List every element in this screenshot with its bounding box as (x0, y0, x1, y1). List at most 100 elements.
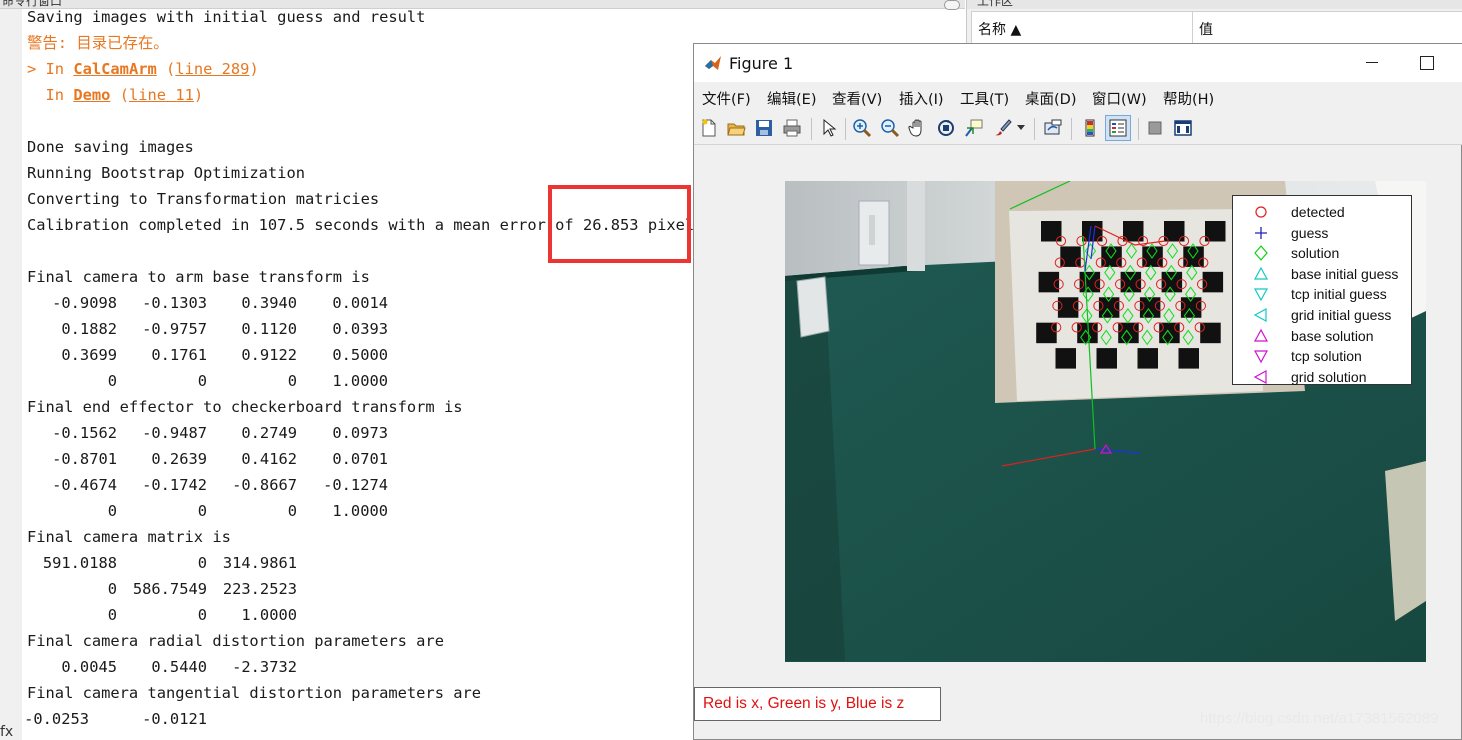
command-window-gutter (0, 9, 22, 740)
minimize-button[interactable] (1358, 52, 1388, 72)
legend-entry[interactable]: grid initial guess (1233, 305, 1411, 325)
axis-color-annotation[interactable]: Red is x, Green is y, Blue is z (694, 687, 941, 721)
colorbar-icon[interactable] (1079, 117, 1101, 139)
matrix-cell: 0 (107, 502, 117, 520)
line-11-link[interactable]: line 11 (129, 86, 194, 104)
hide-plot-tools-icon[interactable] (1144, 117, 1166, 139)
matrix-cell: -0.1562 (52, 424, 117, 442)
new-figure-icon[interactable] (698, 117, 720, 139)
legend-entry[interactable]: tcp initial guess (1233, 284, 1411, 304)
calcamarm-link[interactable]: CalCamArm (73, 60, 156, 78)
rotate-3d-icon[interactable] (935, 117, 957, 139)
output-heading: Final camera to arm base transform is (27, 268, 370, 286)
menu-edit[interactable]: 编辑(E) (767, 88, 816, 109)
matrix-cell: -0.1274 (323, 476, 388, 494)
open-file-icon[interactable] (725, 117, 747, 139)
brush-dropdown-chevron-icon[interactable] (1016, 117, 1026, 139)
legend-label: grid solution (1291, 368, 1367, 385)
menu-view[interactable]: 查看(V) (832, 88, 882, 109)
workspace-table-header: 名称 ▲ 值 (971, 11, 1462, 45)
matrix-cell: 0.2749 (241, 424, 297, 442)
show-plot-tools-icon[interactable] (1172, 117, 1194, 139)
matrix-cell: -0.1742 (142, 476, 207, 494)
matrix-cell: -2.3732 (232, 658, 297, 676)
plot-legend[interactable]: detected guess solution base initial guess t… (1232, 195, 1412, 385)
matrix-cell: 0.1120 (241, 320, 297, 338)
checker-square (1038, 271, 1060, 293)
data-cursor-icon[interactable] (963, 117, 985, 139)
output-line: Converting to Transformation matricies (27, 190, 380, 208)
zoom-in-icon[interactable] (851, 117, 873, 139)
matrix-cell: 591.0188 (42, 554, 117, 572)
menu-desktop[interactable]: 桌面(D) (1025, 88, 1076, 109)
matrix-cell: 314.9861 (222, 554, 297, 572)
figure-titlebar[interactable]: Figure 1 (694, 44, 1462, 82)
workspace-titlebar: 工作区 (967, 0, 1462, 9)
menu-tools[interactable]: 工具(T) (960, 88, 1009, 109)
menu-window[interactable]: 窗口(W) (1092, 88, 1147, 109)
output-heading: Final camera tangential distortion param… (27, 684, 482, 702)
legend-entry[interactable]: detected (1233, 202, 1411, 222)
legend-entry[interactable]: base initial guess (1233, 264, 1411, 284)
matrix-cell: -0.0253 (24, 710, 89, 728)
checker-square (1178, 348, 1199, 369)
matrix-cell: -0.0121 (142, 710, 207, 728)
line-289-link[interactable]: line 289 (175, 60, 249, 78)
menu-insert[interactable]: 插入(I) (899, 88, 944, 109)
zoom-out-icon[interactable] (879, 117, 901, 139)
legend-entry[interactable]: tcp solution (1233, 346, 1411, 366)
toolbar-separator (1138, 118, 1139, 140)
fx-prompt-icon: fx (0, 724, 14, 740)
matlab-logo-icon (705, 56, 721, 70)
warning-line: 警告: 目录已存在。 (27, 34, 169, 52)
matrix-cell: -0.9098 (52, 294, 117, 312)
menu-help[interactable]: 帮助(H) (1163, 88, 1214, 109)
checker-square (1060, 246, 1081, 267)
figure-window[interactable]: Figure 1 文件(F) 编辑(E) 查看(V) 插入(I) 工具(T) 桌… (693, 43, 1462, 740)
checker-square (1036, 322, 1057, 344)
edit-plot-arrow-icon[interactable] (817, 117, 839, 139)
legend-entry[interactable]: base solution (1233, 326, 1411, 346)
highlight-box (548, 185, 691, 263)
legend-label: base solution (1291, 327, 1374, 344)
output-heading: Final camera matrix is (27, 528, 231, 546)
column-divider[interactable] (1192, 12, 1193, 44)
save-icon[interactable] (753, 117, 775, 139)
matrix-cell: 1.0000 (332, 372, 388, 390)
legend-label: detected (1291, 204, 1345, 220)
triangle-down-marker-icon (1252, 348, 1270, 364)
toolbar-separator (845, 118, 846, 140)
menu-file[interactable]: 文件(F) (702, 88, 751, 109)
collapse-button[interactable] (944, 0, 960, 10)
legend-icon[interactable] (1107, 117, 1129, 139)
matrix-cell: 0.0393 (332, 320, 388, 338)
output-line: Saving images with initial guess and res… (27, 8, 426, 26)
triangle-up-marker-icon (1252, 328, 1270, 344)
matrix-cell: 0.3940 (241, 294, 297, 312)
brush-icon[interactable] (991, 117, 1013, 139)
legend-label: tcp solution (1291, 348, 1362, 365)
matrix-cell: 0.1882 (61, 320, 117, 338)
matrix-cell: -0.1303 (142, 294, 207, 312)
checker-square (1041, 221, 1062, 242)
pan-hand-icon[interactable] (907, 117, 929, 139)
legend-label: solution (1291, 245, 1340, 262)
checker-square (1200, 322, 1221, 344)
matrix-cell: 0.3699 (61, 346, 117, 364)
print-icon[interactable] (781, 117, 803, 139)
matrix-cell: 0.1761 (151, 346, 207, 364)
matrix-cell: 586.7549 (132, 580, 207, 598)
legend-entry[interactable]: solution (1233, 243, 1411, 263)
matrix-cell: 0.0045 (61, 658, 117, 676)
column-name-header[interactable]: 名称 ▲ (978, 19, 1021, 39)
legend-entry[interactable]: guess (1233, 223, 1411, 243)
legend-entry[interactable]: grid solution (1233, 367, 1411, 387)
link-plot-icon[interactable] (1042, 117, 1064, 139)
column-value-header[interactable]: 值 (1199, 19, 1213, 39)
matrix-cell: 223.2523 (222, 580, 297, 598)
legend-label: grid initial guess (1291, 307, 1392, 323)
maximize-button[interactable] (1420, 56, 1434, 70)
matrix-cell: 0 (197, 502, 207, 520)
workspace-title: 工作区 (977, 0, 1014, 8)
demo-link[interactable]: Demo (73, 86, 110, 104)
